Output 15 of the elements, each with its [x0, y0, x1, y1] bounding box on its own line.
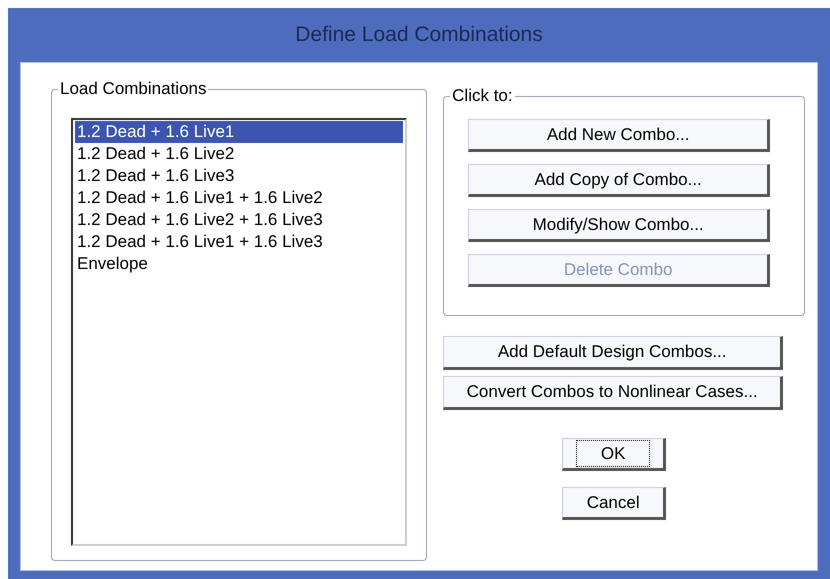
list-item[interactable]: 1.2 Dead + 1.6 Live1 + 1.6 Live3	[75, 231, 404, 253]
list-item[interactable]: 1.2 Dead + 1.6 Live2	[75, 143, 404, 165]
list-item[interactable]: 1.2 Dead + 1.6 Live1 + 1.6 Live2	[75, 187, 404, 209]
combo-button[interactable]: Add Copy of Combo...	[468, 164, 770, 197]
combo-button[interactable]: Add New Combo...	[468, 119, 770, 152]
dialog-button[interactable]: OK	[562, 438, 666, 471]
action-button[interactable]: Add Default Design Combos...	[443, 336, 784, 370]
dialog-button[interactable]: Cancel	[562, 487, 666, 520]
combo-button[interactable]: Modify/Show Combo...	[468, 209, 770, 242]
list-item[interactable]: 1.2 Dead + 1.6 Live3	[75, 165, 404, 187]
window-title: Define Load Combinations	[295, 22, 543, 48]
list-item[interactable]: 1.2 Dead + 1.6 Live2 + 1.6 Live3	[75, 209, 404, 231]
action-button[interactable]: Convert Combos to Nonlinear Cases...	[443, 376, 784, 410]
list-item[interactable]: 1.2 Dead + 1.6 Live1	[75, 121, 404, 143]
list-item[interactable]: Envelope	[75, 253, 404, 275]
